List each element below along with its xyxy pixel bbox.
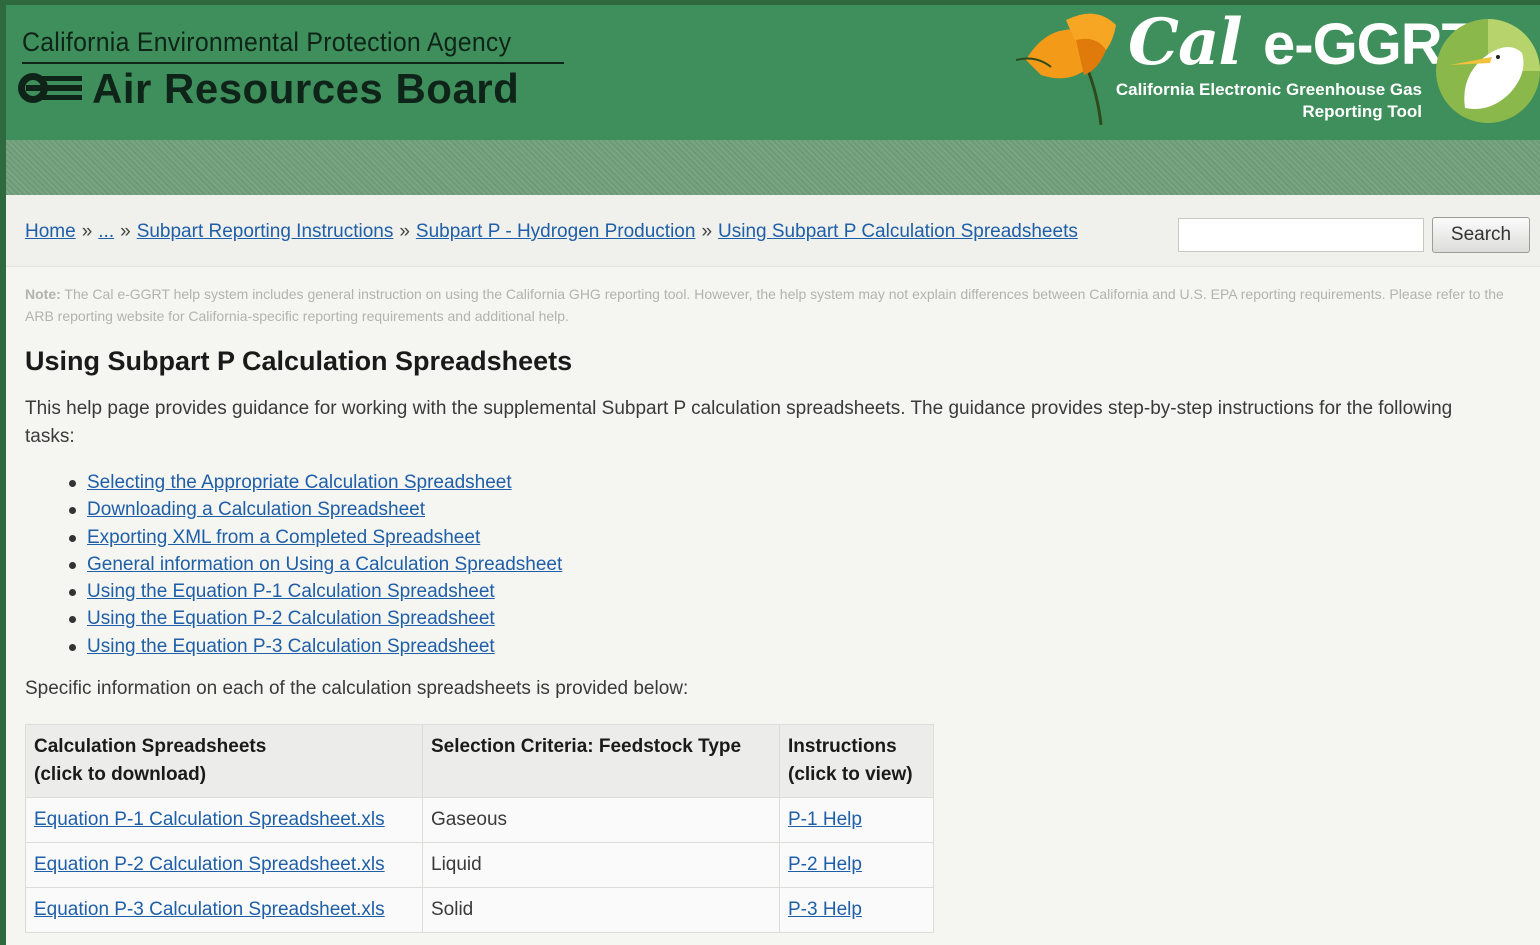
breadcrumb: Home»...» Subpart Reporting Instructions»… bbox=[25, 221, 1078, 243]
help-note: Note: The Cal e-GGRT help system include… bbox=[25, 283, 1520, 327]
header-instructions-line-1: Instructions bbox=[788, 736, 897, 758]
spreadsheet-link-p2[interactable]: Equation P-2 Calculation Spreadsheet.xls bbox=[34, 854, 385, 875]
spreadsheet-link-p3[interactable]: Equation P-3 Calculation Spreadsheet.xls bbox=[34, 899, 385, 920]
task-link-general[interactable]: General information on Using a Calculati… bbox=[87, 554, 562, 575]
cal-eggrt-brand: Cal e-GGRT California Electronic Greenho… bbox=[1006, 5, 1540, 140]
help-link-p2[interactable]: P-2 Help bbox=[788, 854, 862, 875]
breadcrumb-separator: » bbox=[399, 221, 410, 242]
search-input[interactable] bbox=[1178, 218, 1424, 252]
task-link-p1[interactable]: Using the Equation P-1 Calculation Sprea… bbox=[87, 581, 495, 602]
table-row: Equation P-3 Calculation Spreadsheet.xls… bbox=[25, 887, 934, 934]
specific-info-text: Specific information on each of the calc… bbox=[25, 678, 689, 700]
list-item: Using the Equation P-2 Calculation Sprea… bbox=[69, 605, 1520, 632]
note-label: Note: bbox=[25, 286, 61, 302]
brand-name: Cal e-GGRT bbox=[1128, 5, 1477, 80]
list-item: Using the Equation P-1 Calculation Sprea… bbox=[69, 578, 1520, 605]
breadcrumb-separator: » bbox=[81, 221, 93, 242]
arb-logo-icon bbox=[18, 73, 82, 103]
agency-divider bbox=[22, 62, 564, 64]
breadcrumb-separator: » bbox=[701, 221, 713, 242]
task-list: Selecting the Appropriate Calculation Sp… bbox=[69, 469, 1520, 660]
table-cell: Equation P-1 Calculation Spreadsheet.xls bbox=[25, 797, 423, 844]
brand-subtitle-line-2: Reporting Tool bbox=[1302, 102, 1422, 121]
task-link-downloading[interactable]: Downloading a Calculation Spreadsheet bbox=[87, 499, 425, 520]
header-spreadsheets-line-2: (click to download) bbox=[34, 764, 207, 786]
table-cell: P-2 Help bbox=[779, 842, 934, 889]
feedstock-cell: Gaseous bbox=[422, 797, 780, 844]
feedstock-cell: Solid bbox=[422, 887, 780, 934]
list-item: General information on Using a Calculati… bbox=[69, 551, 1520, 578]
brand-subtitle-line-1: California Electronic Greenhouse Gas bbox=[1115, 80, 1422, 99]
header-band bbox=[6, 140, 1540, 195]
header-feedstock: Selection Criteria: Feedstock Type bbox=[422, 724, 780, 799]
breadcrumb-subpart-reporting[interactable]: Subpart Reporting Instructions bbox=[137, 221, 394, 242]
feedstock-cell: Liquid bbox=[422, 842, 780, 889]
header-spreadsheets-line-1: Calculation Spreadsheets bbox=[34, 736, 267, 758]
table-cell: Equation P-2 Calculation Spreadsheet.xls bbox=[25, 842, 423, 889]
header-spreadsheets: Calculation Spreadsheets (click to downlo… bbox=[25, 724, 423, 799]
list-item: Downloading a Calculation Spreadsheet bbox=[69, 496, 1520, 523]
breadcrumb-home[interactable]: Home bbox=[25, 221, 76, 242]
list-item: Exporting XML from a Completed Spreadshe… bbox=[69, 524, 1520, 551]
brand-name-cal: Cal bbox=[1128, 5, 1243, 80]
task-link-p2[interactable]: Using the Equation P-2 Calculation Sprea… bbox=[87, 608, 495, 629]
page-frame: California Environmental Protection Agen… bbox=[6, 5, 1540, 945]
help-link-p3[interactable]: P-3 Help bbox=[788, 899, 862, 920]
list-item: Selecting the Appropriate Calculation Sp… bbox=[69, 469, 1520, 496]
table-cell: Equation P-3 Calculation Spreadsheet.xls bbox=[25, 887, 423, 934]
header-instructions-line-2: (click to view) bbox=[788, 764, 913, 786]
site-header: California Environmental Protection Agen… bbox=[6, 5, 1540, 140]
table-cell: P-3 Help bbox=[779, 887, 934, 934]
breadcrumb-subpart-p[interactable]: Subpart P - Hydrogen Production bbox=[416, 221, 696, 242]
header-instructions: Instructions (click to view) bbox=[779, 724, 934, 799]
table-cell: P-1 Help bbox=[779, 797, 934, 844]
search-button[interactable]: Search bbox=[1432, 217, 1530, 253]
poppy-flower-icon bbox=[1015, 13, 1116, 126]
egret-bird-icon bbox=[1436, 19, 1540, 123]
list-item: Using the Equation P-3 Calculation Sprea… bbox=[69, 633, 1520, 660]
task-link-exporting[interactable]: Exporting XML from a Completed Spreadshe… bbox=[87, 527, 480, 548]
task-link-selecting[interactable]: Selecting the Appropriate Calculation Sp… bbox=[87, 472, 512, 493]
board-title: Air Resources Board bbox=[92, 65, 520, 112]
breadcrumb-ellipsis[interactable]: ... bbox=[98, 221, 114, 242]
spreadsheet-table: Calculation Spreadsheets (click to downlo… bbox=[25, 724, 934, 934]
agency-name: California Environmental Protection Agen… bbox=[22, 27, 512, 57]
help-link-p1[interactable]: P-1 Help bbox=[788, 809, 862, 830]
breadcrumb-bar: Home»...» Subpart Reporting Instructions»… bbox=[6, 195, 1540, 267]
breadcrumb-separator: » bbox=[120, 221, 131, 242]
table-row: Equation P-2 Calculation Spreadsheet.xls… bbox=[25, 842, 934, 889]
note-text: The Cal e-GGRT help system includes gene… bbox=[25, 286, 1504, 324]
main-content: Note: The Cal e-GGRT help system include… bbox=[25, 283, 1520, 934]
table-header-row: Calculation Spreadsheets (click to downlo… bbox=[25, 724, 934, 799]
page-title: Using Subpart P Calculation Spreadsheets bbox=[25, 346, 573, 376]
task-link-p3[interactable]: Using the Equation P-3 Calculation Sprea… bbox=[87, 636, 495, 657]
brand-subtitle: California Electronic Greenhouse Gas Rep… bbox=[1116, 79, 1422, 123]
spreadsheet-link-p1[interactable]: Equation P-1 Calculation Spreadsheet.xls bbox=[34, 809, 385, 830]
breadcrumb-current[interactable]: Using Subpart P Calculation Spreadsheets bbox=[718, 221, 1078, 242]
intro-paragraph: This help page provides guidance for wor… bbox=[25, 398, 1453, 447]
table-row: Equation P-1 Calculation Spreadsheet.xls… bbox=[25, 797, 934, 844]
